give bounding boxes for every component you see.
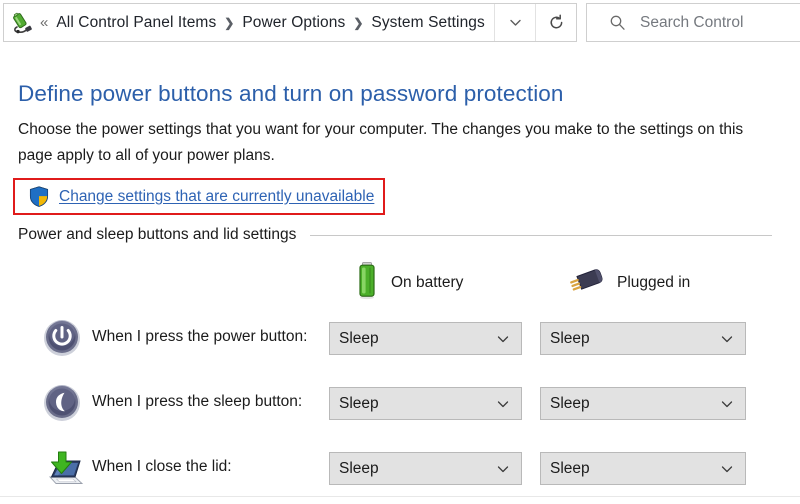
- control-panel-window: « All Control Panel Items ❯ Power Option…: [0, 0, 800, 500]
- dropdown-value: Sleep: [339, 459, 379, 477]
- dropdown-value: Sleep: [550, 329, 590, 347]
- content-pane: Define power buttons and turn on passwor…: [0, 45, 800, 500]
- dropdown-sleep-button-plugged-in[interactable]: Sleep: [540, 387, 746, 420]
- column-header-on-battery: On battery: [355, 257, 463, 309]
- change-settings-highlight-box: Change settings that are currently unava…: [13, 178, 385, 215]
- chevron-down-icon: [496, 332, 510, 346]
- page-title: Define power buttons and turn on passwor…: [18, 81, 564, 106]
- chevron-down-icon: [720, 397, 734, 411]
- setting-label-sleep-button: When I press the sleep button:: [92, 393, 303, 410]
- setting-row: When I press the sleep button: Sleep Sle…: [0, 374, 800, 439]
- section-header-label: Power and sleep buttons and lid settings: [18, 226, 297, 243]
- dropdown-sleep-button-on-battery[interactable]: Sleep: [329, 387, 522, 420]
- settings-rows: When I press the power button: Sleep Sle…: [0, 309, 800, 504]
- column-header-label-on-battery: On battery: [391, 274, 464, 291]
- history-dropdown-button[interactable]: [494, 4, 535, 41]
- refresh-icon: [549, 14, 562, 29]
- dropdown-close-lid-plugged-in[interactable]: Sleep: [540, 452, 746, 485]
- change-settings-link[interactable]: Change settings that are currently unava…: [59, 188, 374, 206]
- breadcrumb-item-power-options[interactable]: Power Options: [241, 12, 346, 34]
- dropdown-value: Sleep: [339, 394, 379, 412]
- address-bar[interactable]: « All Control Panel Items ❯ Power Option…: [3, 3, 577, 42]
- search-icon: [609, 14, 626, 31]
- chevron-down-icon: [720, 332, 734, 346]
- dropdown-power-button-plugged-in[interactable]: Sleep: [540, 322, 746, 355]
- chevron-down-icon: [496, 462, 510, 476]
- power-button-icon: [42, 318, 82, 358]
- column-header-label-plugged-in: Plugged in: [617, 274, 691, 291]
- search-box[interactable]: Search Control: [586, 3, 800, 42]
- navigation-bar: « All Control Panel Items ❯ Power Option…: [0, 0, 800, 45]
- sleep-button-icon: [42, 383, 82, 423]
- breadcrumb-separator-icon: ❯: [224, 15, 235, 30]
- dropdown-close-lid-on-battery[interactable]: Sleep: [329, 452, 522, 485]
- dropdown-value: Sleep: [339, 329, 379, 347]
- breadcrumb-item-system-settings[interactable]: System Settings: [370, 12, 486, 34]
- search-input-placeholder[interactable]: Search Control: [640, 14, 743, 32]
- chevron-down-icon: [720, 462, 734, 476]
- battery-icon: [355, 261, 379, 306]
- setting-row: When I close the lid: Sleep Sleep: [0, 439, 800, 504]
- window-bottom-edge: [0, 496, 800, 500]
- dropdown-value: Sleep: [550, 459, 590, 477]
- chevron-down-icon: [496, 397, 510, 411]
- refresh-button[interactable]: [535, 4, 576, 41]
- chevron-down-icon: [509, 19, 521, 26]
- power-plug-icon: [565, 265, 605, 302]
- setting-row: When I press the power button: Sleep Sle…: [0, 309, 800, 374]
- laptop-lid-icon: [42, 448, 84, 488]
- dropdown-power-button-on-battery[interactable]: Sleep: [329, 322, 522, 355]
- column-headers: On battery Plugged in: [0, 257, 800, 309]
- section-header: Power and sleep buttons and lid settings: [18, 226, 776, 244]
- section-divider: [310, 234, 772, 236]
- page-description: Choose the power settings that you want …: [18, 121, 744, 164]
- breadcrumb: All Control Panel Items ❯ Power Options …: [55, 12, 494, 34]
- column-header-plugged-in: Plugged in: [565, 257, 690, 309]
- back-chevron-icon[interactable]: «: [40, 15, 48, 30]
- breadcrumb-separator-icon: ❯: [353, 15, 364, 30]
- uac-shield-icon: [29, 186, 49, 207]
- setting-label-close-lid: When I close the lid:: [92, 458, 232, 475]
- breadcrumb-item-all-control-panel-items[interactable]: All Control Panel Items: [55, 12, 217, 34]
- power-plug-battery-icon: [10, 10, 36, 36]
- dropdown-value: Sleep: [550, 394, 590, 412]
- setting-label-power-button: When I press the power button:: [92, 328, 308, 345]
